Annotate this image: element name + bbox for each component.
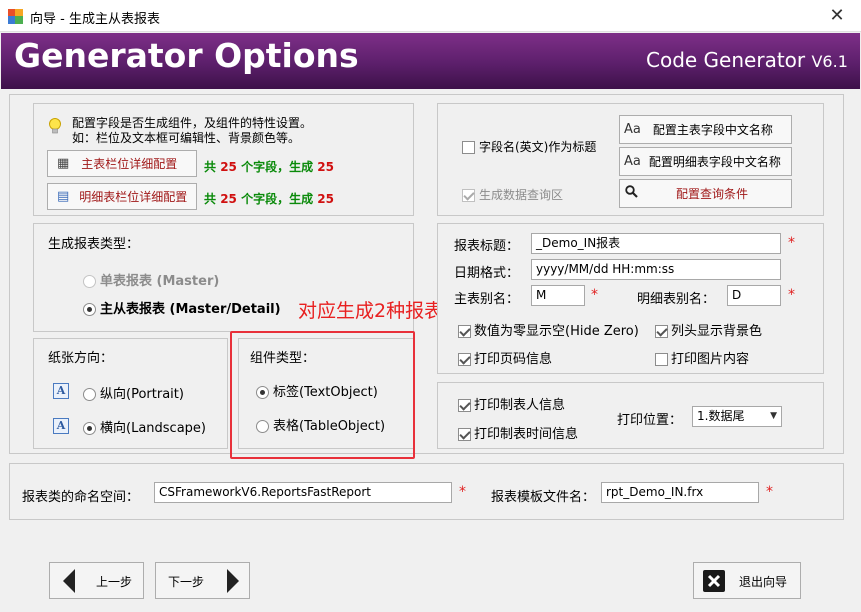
namespace-label: 报表类的命名空间：: [22, 490, 140, 505]
tip-line-2: 如：栏位及文本框可编辑性、背景颜色等。: [72, 131, 301, 145]
annotation-box: [230, 331, 415, 459]
prev-step-button[interactable]: 上一步: [49, 562, 144, 599]
date-format-label: 日期格式：: [454, 266, 520, 281]
font-aa-icon: Aa: [624, 122, 641, 137]
master-alias-label: 主表别名：: [454, 292, 520, 307]
print-position-label: 打印位置：: [617, 413, 683, 428]
detail-field-stats: 共 25 个字段，生成 25: [204, 192, 334, 206]
product-version: V6.1: [811, 52, 848, 71]
print-position-value: 1.数据尾: [697, 409, 745, 423]
detail-field-config-button[interactable]: ▤ 明细表栏位详细配置: [47, 183, 197, 210]
landscape-radio[interactable]: 横向(Landscape): [83, 417, 206, 436]
print-page-number-checkbox[interactable]: 打印页码信息: [458, 348, 552, 367]
next-step-button[interactable]: 下一步: [155, 562, 250, 599]
required-mark: *: [788, 235, 795, 251]
query-area-checkbox[interactable]: 生成数据查询区: [462, 186, 563, 203]
report-title-input[interactable]: _Demo_IN报表: [531, 233, 781, 254]
landscape-page-icon: A: [53, 418, 69, 434]
prev-step-label: 上一步: [96, 575, 133, 589]
print-maker-checkbox[interactable]: 打印制表人信息: [458, 394, 565, 413]
master-detail-report-radio[interactable]: 主从表报表 (Master/Detail): [83, 298, 281, 317]
detail-alias-label: 明细表别名：: [637, 292, 716, 307]
query-condition-label: 配置查询条件: [676, 187, 749, 201]
column-header-bg-checkbox[interactable]: 列头显示背景色: [655, 320, 762, 339]
master-alias-input[interactable]: M: [531, 285, 585, 306]
detail-alias-input[interactable]: D: [727, 285, 781, 306]
required-mark: *: [459, 484, 466, 500]
master-field-stats: 共 25 个字段，生成 25: [204, 160, 334, 174]
annotation-text: 对应生成2种报表: [298, 300, 444, 322]
portrait-radio[interactable]: 纵向(Portrait): [83, 383, 184, 402]
portrait-page-icon: A: [53, 383, 69, 399]
table-edit-icon: ▤: [57, 189, 70, 204]
next-step-label: 下一步: [168, 575, 205, 589]
required-mark: *: [591, 287, 598, 303]
arrow-right-icon: [227, 569, 239, 593]
detail-cn-name-label: 配置明细表字段中文名称: [648, 155, 781, 169]
date-format-input[interactable]: yyyy/MM/dd HH:mm:ss: [531, 259, 781, 280]
required-mark: *: [766, 484, 773, 500]
print-position-select[interactable]: 1.数据尾 ▼: [692, 406, 782, 427]
detail-field-config-label: 明细表栏位详细配置: [79, 190, 188, 204]
arrow-left-icon: [63, 569, 75, 593]
single-report-radio[interactable]: 单表报表 (Master): [83, 270, 219, 289]
banner-product: Code Generator V6.1: [646, 48, 848, 72]
master-cn-name-label: 配置主表字段中文名称: [652, 123, 773, 137]
app-icon: [8, 9, 23, 24]
report-type-heading: 生成报表类型：: [48, 237, 140, 252]
exit-wizard-label: 退出向导: [739, 575, 788, 589]
print-time-checkbox[interactable]: 打印制表时间信息: [458, 423, 578, 442]
exit-wizard-button[interactable]: 退出向导: [693, 562, 801, 599]
field-name-title-checkbox[interactable]: 字段名(英文)作为标题: [462, 138, 596, 155]
print-image-checkbox[interactable]: 打印图片内容: [655, 348, 749, 367]
exit-x-icon: [703, 570, 725, 592]
report-title-label: 报表标题：: [454, 239, 520, 254]
banner-title: Generator Options: [14, 36, 359, 75]
template-file-label: 报表模板文件名：: [491, 490, 596, 505]
template-file-input[interactable]: rpt_Demo_IN.frx: [601, 482, 759, 503]
grid-gear-icon: ▦: [57, 156, 70, 171]
hide-zero-checkbox[interactable]: 数值为零显示空(Hide Zero): [458, 320, 639, 339]
query-condition-button[interactable]: 配置查询条件: [619, 179, 792, 208]
paper-heading: 纸张方向：: [48, 351, 114, 366]
master-cn-name-button[interactable]: Aa 配置主表字段中文名称: [619, 115, 792, 144]
product-name: Code Generator: [646, 48, 812, 72]
namespace-input[interactable]: CSFrameworkV6.ReportsFastReport: [154, 482, 452, 503]
search-icon: [625, 185, 638, 202]
master-field-config-button[interactable]: ▦ 主表栏位详细配置: [47, 150, 197, 177]
detail-cn-name-button[interactable]: Aa 配置明细表字段中文名称: [619, 147, 792, 176]
window-title: 向导 - 生成主从表报表: [30, 12, 160, 27]
lightbulb-icon: [48, 117, 62, 137]
chevron-down-icon: ▼: [770, 411, 777, 421]
close-icon[interactable]: ✕: [820, 2, 854, 30]
required-mark: *: [788, 287, 795, 303]
master-field-config-label: 主表栏位详细配置: [81, 157, 178, 171]
font-aa-icon: Aa: [624, 154, 641, 169]
